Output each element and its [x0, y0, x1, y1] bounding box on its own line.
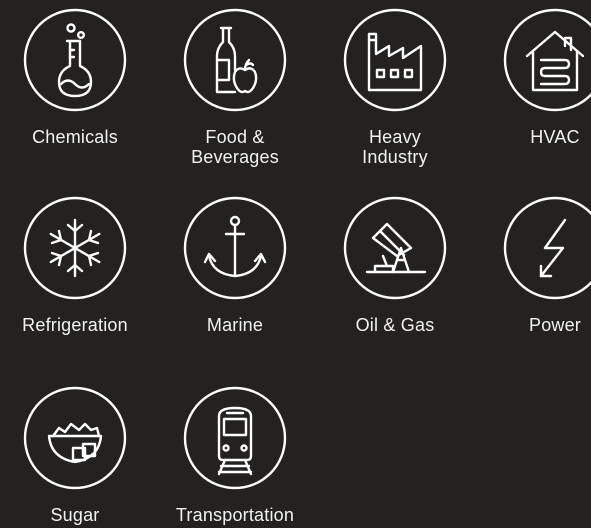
pumpjack-icon: [343, 196, 447, 300]
industry-label: Oil & Gas: [355, 315, 435, 335]
sugar-bowl-icon: [23, 386, 127, 490]
anchor-icon: [183, 196, 287, 300]
industry-marine[interactable]: Marine: [160, 196, 310, 335]
bottle-apple-icon: [183, 8, 287, 112]
industry-label: Transportation: [175, 505, 295, 525]
lightning-bolt-icon: [503, 196, 591, 300]
industry-food-beverages[interactable]: Food & Beverages: [160, 8, 310, 167]
industry-label: Refrigeration: [22, 315, 128, 335]
industry-label: Marine: [206, 315, 264, 335]
snowflake-icon: [23, 196, 127, 300]
industry-transportation[interactable]: Transportation: [160, 386, 310, 525]
industry-refrigeration[interactable]: Refrigeration: [0, 196, 150, 335]
industry-sugar[interactable]: Sugar: [0, 386, 150, 525]
industry-heavy-industry[interactable]: Heavy Industry: [320, 8, 470, 167]
flask-icon: [23, 8, 127, 112]
industry-label: Sugar: [50, 505, 100, 525]
industry-label: HVAC: [530, 127, 580, 147]
industry-label: Power: [528, 315, 582, 335]
train-icon: [183, 386, 287, 490]
industry-label: Heavy Industry: [362, 127, 428, 167]
industry-power[interactable]: Power: [480, 196, 591, 335]
industry-hvac[interactable]: HVAC: [480, 8, 591, 147]
industry-label: Food & Beverages: [191, 127, 279, 167]
factory-icon: [343, 8, 447, 112]
house-coil-icon: [503, 8, 591, 112]
industry-oil-gas[interactable]: Oil & Gas: [320, 196, 470, 335]
industry-chemicals[interactable]: Chemicals: [0, 8, 150, 147]
industry-label: Chemicals: [32, 127, 118, 147]
